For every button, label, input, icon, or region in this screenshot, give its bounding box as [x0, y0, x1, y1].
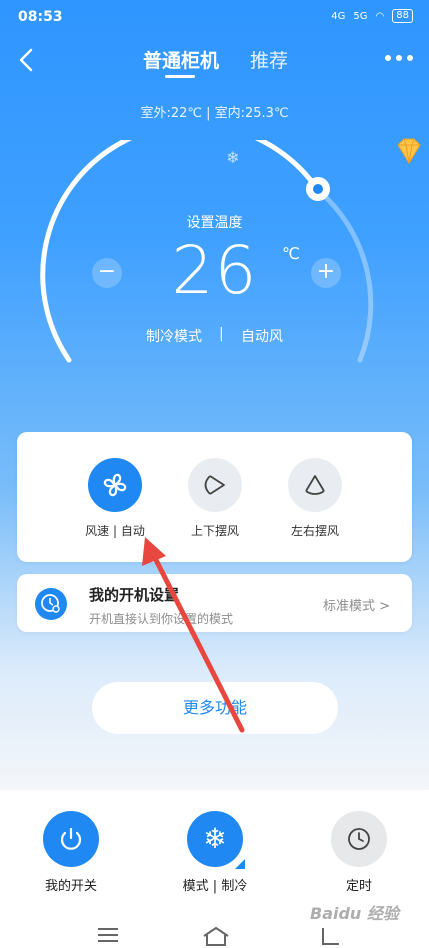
vertical-swing-control[interactable]: 上下摆风 [170, 458, 260, 539]
snowflake-icon: ❄ [187, 811, 245, 869]
power-setting-title: 我的开机设置 [89, 586, 180, 604]
horizontal-swing-label: 左右摆风 [290, 524, 339, 538]
power-switch-label: 我的开关 [44, 879, 97, 894]
set-temperature-label: 设置温度 [186, 215, 243, 231]
baidu-watermark: Baidu 经验 [310, 904, 399, 923]
wifi-icon: ◠ [375, 10, 385, 22]
tab-recommend[interactable]: 推荐 [250, 46, 288, 73]
horizontal-swing-icon [288, 458, 342, 512]
wind-speed-label: 风速 | 自动 [85, 524, 145, 538]
mode-separator: | [219, 326, 224, 342]
wind-text: 自动风 [241, 329, 283, 345]
increase-temp-button[interactable]: + [311, 258, 341, 288]
battery-icon: 88 [392, 9, 413, 23]
status-time: 08:53 [18, 9, 63, 25]
menu-icon[interactable] [98, 928, 118, 946]
power-setting-mode[interactable]: 标准模式 > [323, 595, 390, 614]
more-options-icon[interactable] [385, 52, 413, 64]
timer-label: 定时 [345, 879, 372, 894]
temperature-readout: 室外:22℃ | 室内:25.3℃ [140, 106, 289, 121]
tab-normal-cabinet[interactable]: 普通柜机 [143, 46, 219, 73]
vertical-swing-icon [188, 458, 242, 512]
more-functions-button[interactable]: 更多功能 [92, 682, 338, 734]
mode-label: 模式 | 制冷 [182, 879, 248, 894]
clock-icon [331, 811, 387, 867]
signal-5g: 5G [353, 10, 368, 22]
top-nav: 普通柜机 推荐 [0, 40, 429, 80]
status-icons: 4G 5G ◠ 88 [331, 9, 413, 23]
wind-speed-control[interactable]: 风速 | 自动 [70, 458, 160, 539]
status-bar: 08:53 4G 5G ◠ 88 [0, 0, 429, 34]
power-icon [43, 811, 99, 867]
mode-text: 制冷模式 [146, 329, 202, 345]
vertical-swing-label: 上下摆风 [190, 524, 239, 538]
home-icon[interactable] [201, 926, 231, 946]
mode-control[interactable]: ❄ 模式 | 制冷 [160, 811, 270, 894]
power-switch-control[interactable]: 我的开关 [16, 811, 126, 894]
temperature-value: 26 [171, 232, 258, 309]
power-setting-subtitle: 开机直接认到你设置的模式 [89, 612, 234, 626]
horizontal-swing-control[interactable]: 左右摆风 [270, 458, 360, 539]
fan-icon [88, 458, 142, 512]
decrease-temp-button[interactable]: − [92, 258, 122, 288]
user-clock-icon [35, 588, 67, 620]
power-on-setting-row[interactable]: 我的开机设置 开机直接认到你设置的模式 标准模式 > [17, 574, 412, 632]
back-square-icon[interactable] [320, 926, 342, 946]
signal-4g: 4G [331, 10, 346, 22]
back-icon[interactable] [16, 46, 38, 74]
mode-corner-indicator [235, 859, 245, 869]
snow-mark-icon: ❄ [226, 148, 239, 167]
temperature-unit: ℃ [282, 244, 300, 263]
wind-controls-card: 风速 | 自动 上下摆风 左右摆风 [17, 432, 412, 562]
active-tab-indicator [165, 75, 195, 78]
timer-control[interactable]: 定时 [304, 811, 414, 894]
